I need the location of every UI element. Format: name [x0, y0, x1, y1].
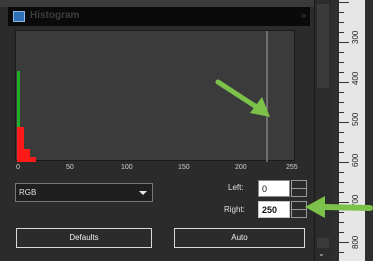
channel-select[interactable]: RGB [15, 183, 153, 202]
ruler-tick [339, 32, 344, 33]
right-value: 250 [262, 205, 278, 215]
ruler-tick [339, 2, 349, 3]
left-value-field[interactable]: 0 [258, 180, 290, 197]
right-stepper[interactable] [291, 201, 307, 218]
ruler-strip: 300 400 500 600 700 800 [339, 0, 365, 261]
x-tick-label: 255 [286, 164, 298, 171]
vertical-ruler: 300 400 500 600 700 800 [331, 0, 373, 261]
ruler-tick [339, 182, 344, 183]
ruler-tick [339, 82, 349, 83]
red-channel-tail [24, 149, 30, 162]
channel-select-value: RGB [19, 188, 37, 197]
ruler-tick [339, 22, 344, 23]
ruler-tick [339, 222, 344, 223]
auto-button[interactable]: Auto [174, 228, 305, 248]
ruler-tick [339, 12, 344, 13]
left-value: 0 [262, 184, 268, 194]
ruler-tick [339, 162, 349, 163]
ruler-label: 800 [351, 235, 360, 249]
ruler-label: 600 [351, 153, 360, 167]
ruler-tick [339, 42, 349, 43]
ruler-tick [339, 192, 344, 193]
ruler-tick [339, 92, 344, 93]
right-label: Right: [224, 205, 245, 214]
ruler-label: 400 [351, 71, 360, 85]
left-stepper[interactable] [291, 180, 307, 197]
panel-title: Histogram [30, 10, 80, 21]
ruler-tick [339, 132, 344, 133]
ruler-label: 300 [351, 30, 360, 44]
red-channel-spike [17, 127, 24, 162]
x-tick-label: 0 [16, 164, 20, 171]
panel-menu-icon[interactable]: » [301, 10, 306, 20]
vertical-scrollbar[interactable]: ⌄ [314, 0, 331, 261]
x-tick-label: 100 [121, 164, 133, 171]
ruler-tick [339, 202, 349, 203]
scroll-thumb[interactable] [317, 88, 329, 238]
ruler-tick [339, 122, 349, 123]
ruler-tick [339, 72, 344, 73]
chevron-down-icon [139, 191, 147, 195]
ruler-tick [339, 152, 344, 153]
histogram-plot[interactable] [15, 30, 295, 162]
ruler-tick [339, 102, 344, 103]
ruler-tick [339, 52, 344, 53]
defaults-button[interactable]: Defaults [16, 228, 152, 248]
ruler-tick [339, 252, 344, 253]
histogram-panel: Histogram » 0 50 100 150 200 255 RGB Lef… [0, 0, 318, 261]
ruler-tick [339, 232, 344, 233]
x-tick-label: 150 [178, 164, 190, 171]
ruler-tick [339, 242, 349, 243]
ruler-tick [339, 212, 344, 213]
ruler-tick [339, 112, 344, 113]
histogram-icon [13, 11, 25, 22]
ruler-label: 500 [351, 112, 360, 126]
left-label: Left: [228, 183, 244, 192]
ruler-label: 700 [351, 194, 360, 208]
x-tick-label: 50 [66, 164, 74, 171]
ruler-tick [339, 62, 344, 63]
x-tick-label: 200 [235, 164, 247, 171]
scroll-down-icon[interactable]: ⌄ [318, 249, 325, 258]
ruler-tick [339, 172, 344, 173]
histogram-canvas [17, 31, 268, 162]
panel-titlebar[interactable]: Histogram » [8, 7, 310, 26]
red-channel-tail [30, 157, 36, 162]
ruler-tick [339, 142, 344, 143]
right-value-field[interactable]: 250 [258, 201, 290, 218]
green-channel-spike [17, 71, 20, 127]
panel-top-edge [0, 0, 318, 7]
